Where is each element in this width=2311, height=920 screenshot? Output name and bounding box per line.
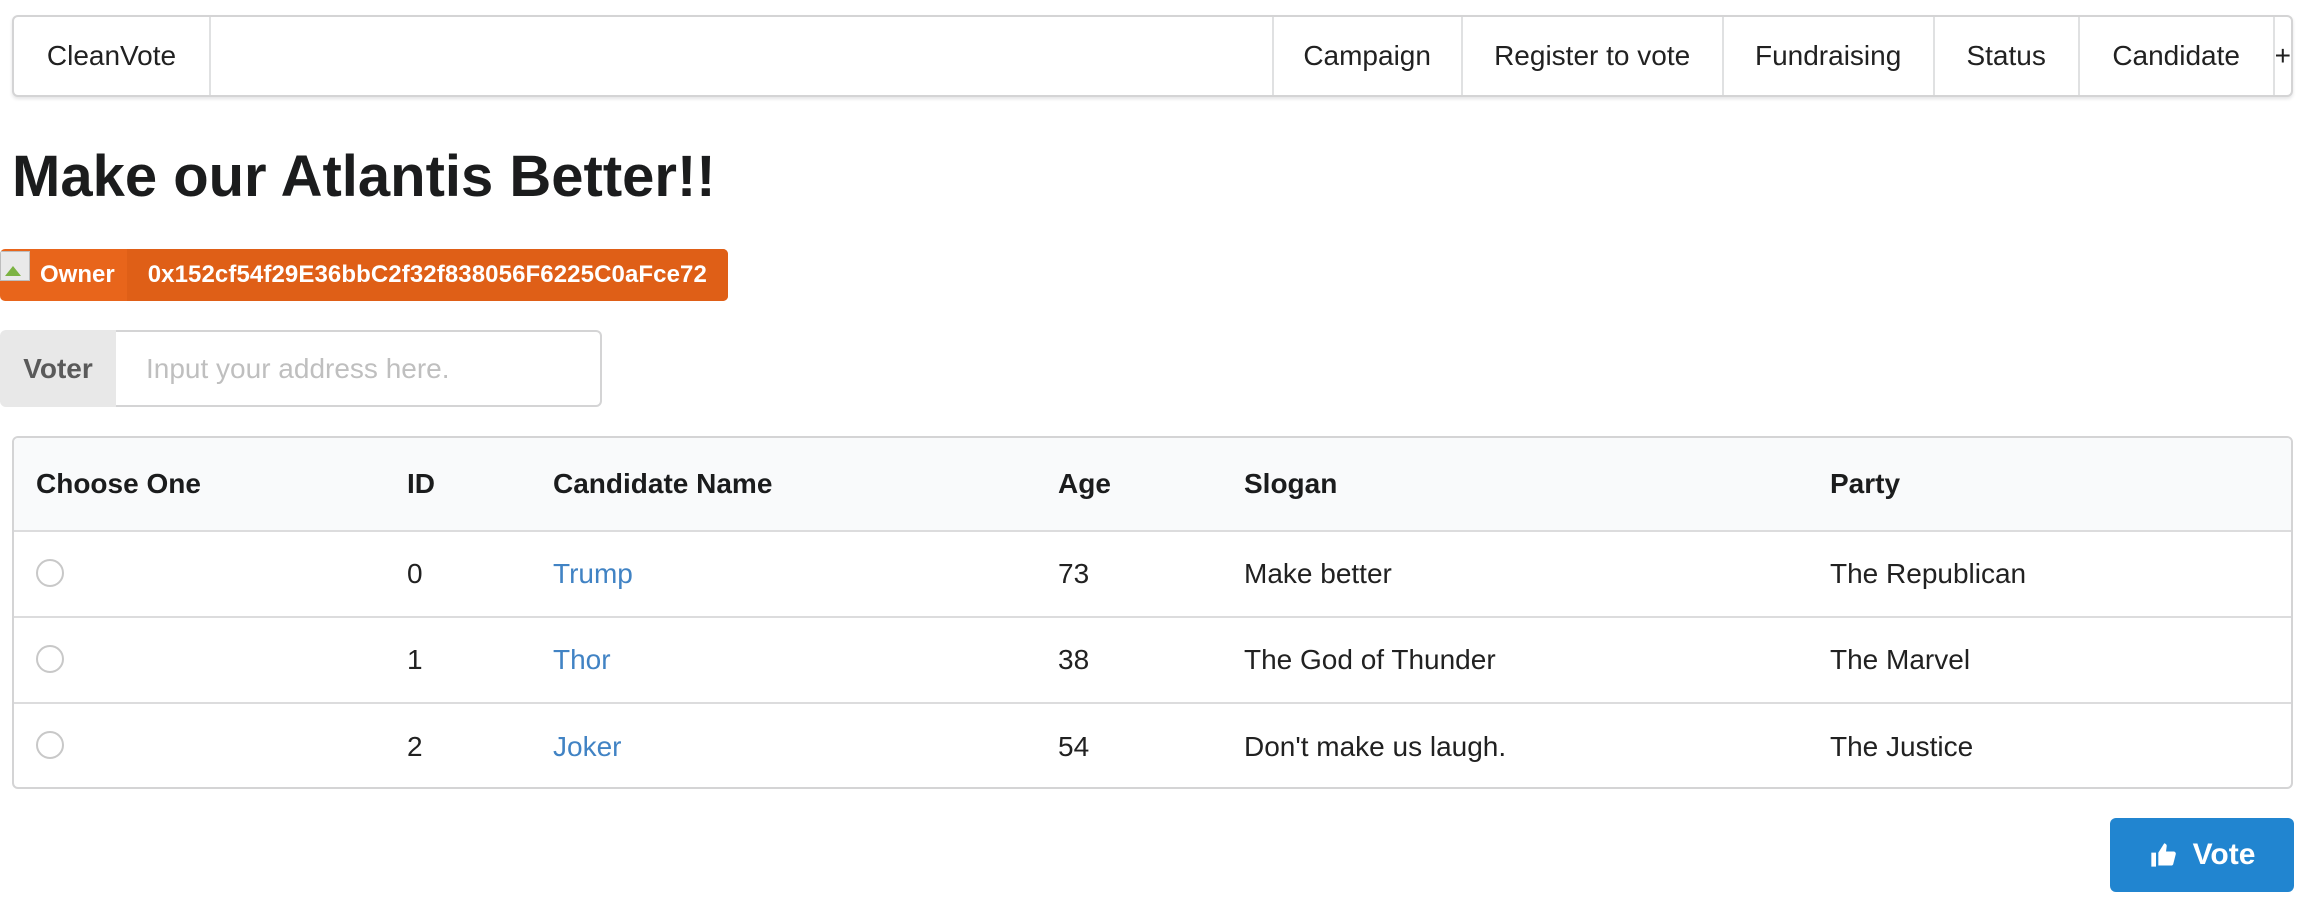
- candidate-slogan: The God of Thunder: [1244, 616, 1830, 703]
- candidate-radio[interactable]: [36, 731, 64, 760]
- column-header-candidate-name: Candidate Name: [553, 438, 1058, 532]
- candidate-table: Choose One ID Candidate Name Age Slogan …: [12, 436, 2293, 789]
- thumbs-up-icon: [2149, 841, 2177, 869]
- candidate-age: 54: [1058, 702, 1244, 787]
- column-header-choose: Choose One: [14, 438, 407, 532]
- column-header-party: Party: [1830, 438, 2291, 532]
- menu-spacer: [211, 17, 1272, 95]
- owner-label: Owner 0x152cf54f29E36bbC2f32f838056F6225…: [0, 249, 728, 301]
- menu-item-fundraising[interactable]: Fundraising: [1721, 17, 1933, 95]
- candidate-id: 0: [407, 558, 423, 589]
- candidate-name-cell: Thor: [553, 616, 1058, 703]
- owner-avatar-image: [0, 251, 30, 281]
- candidate-party: The Justice: [1830, 702, 2291, 787]
- choose-cell: [14, 702, 407, 787]
- vote-button-label: Vote: [2192, 838, 2256, 871]
- choose-cell: [14, 616, 407, 703]
- page-title: Make our Atlantis Better!!: [12, 144, 716, 209]
- menu-item-status[interactable]: Status: [1932, 17, 2078, 95]
- candidate-name-cell: Joker: [553, 702, 1058, 787]
- menu-right: Campaign Register to vote Fundraising St…: [1271, 17, 2291, 95]
- candidate-slogan: Don't make us laugh.: [1244, 702, 1830, 787]
- vote-button[interactable]: Vote: [2110, 818, 2294, 892]
- candidate-name-link[interactable]: Joker: [553, 731, 621, 762]
- candidate-slogan: Make better: [1244, 558, 1392, 589]
- table-row: 0 Trump 73 Make better The Republican: [14, 531, 2291, 617]
- candidate-age: 73: [1058, 558, 1090, 589]
- candidate-name-link[interactable]: Thor: [553, 644, 611, 675]
- table-row: 1 Thor 38 The God of Thunder The Marvel: [14, 616, 2291, 703]
- choose-cell: [14, 531, 407, 617]
- candidate-name-link[interactable]: Trump: [553, 558, 633, 589]
- candidate-radio[interactable]: [36, 558, 64, 587]
- top-menu: CleanVote Campaign Register to vote Fund…: [12, 15, 2293, 97]
- candidate-party: The Republican: [1830, 558, 2027, 589]
- column-header-slogan: Slogan: [1244, 438, 1830, 532]
- menu-item-candidate[interactable]: Candidate: [2077, 17, 2273, 95]
- candidate-id: 2: [407, 702, 553, 787]
- voter-address-input[interactable]: [116, 330, 602, 407]
- column-header-id: ID: [407, 438, 553, 532]
- owner-label-text: Owner: [40, 261, 115, 288]
- menu-item-campaign[interactable]: Campaign: [1271, 17, 1461, 95]
- owner-address: 0x152cf54f29E36bbC2f32f838056F6225C0aFce…: [126, 249, 728, 301]
- voter-label: Voter: [0, 330, 116, 407]
- column-header-age: Age: [1058, 438, 1244, 532]
- owner-name: Owner: [0, 249, 127, 301]
- candidate-party: The Marvel: [1830, 616, 2291, 703]
- candidate-name-cell: Trump: [553, 531, 1058, 617]
- table-header-row: Choose One ID Candidate Name Age Slogan …: [14, 438, 2291, 532]
- table-row: 2 Joker 54 Don't make us laugh. The Just…: [14, 702, 2291, 787]
- candidate-age: 38: [1058, 616, 1244, 703]
- voter-input-group: Voter: [0, 330, 602, 407]
- candidate-id: 1: [407, 616, 553, 703]
- menu-item-register-to-vote[interactable]: Register to vote: [1460, 17, 1722, 95]
- brand-link[interactable]: CleanVote: [14, 17, 211, 95]
- menu-item-add[interactable]: +: [2272, 17, 2291, 95]
- candidate-radio[interactable]: [36, 644, 64, 673]
